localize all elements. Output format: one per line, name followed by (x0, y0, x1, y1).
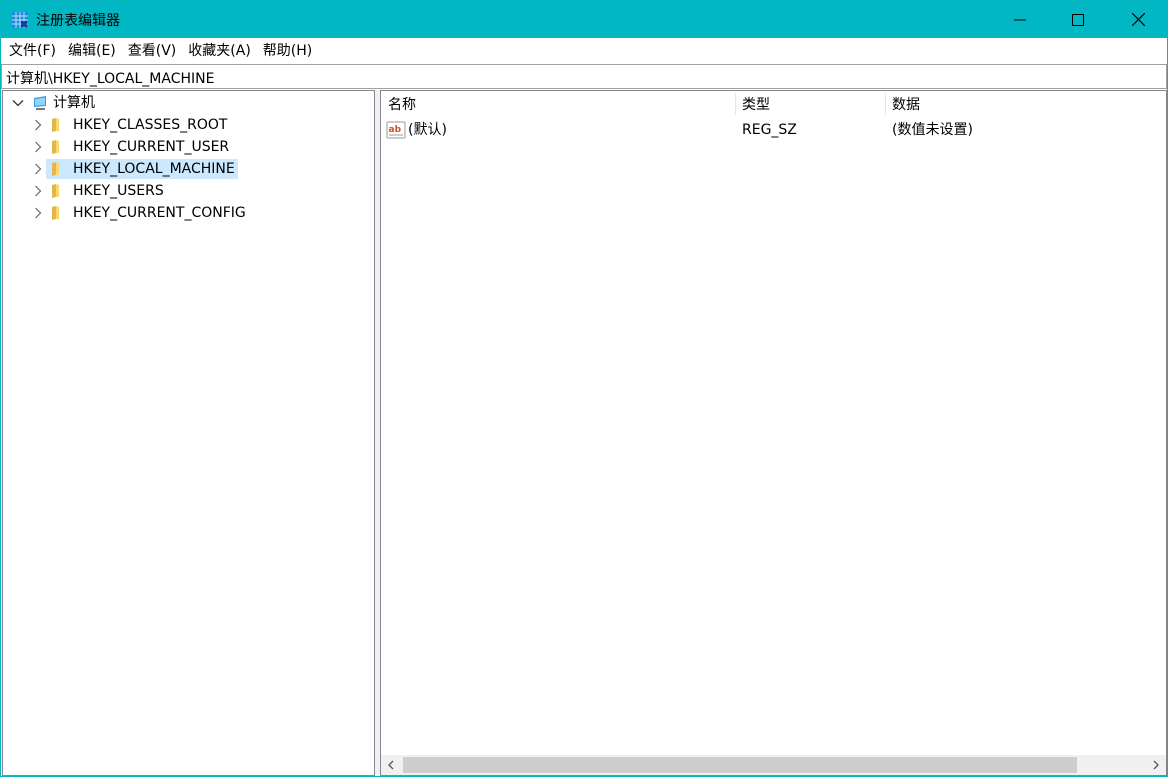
scroll-left-button[interactable] (381, 755, 401, 775)
value-row[interactable]: ab (默认) REG_SZ (数值未设置) (381, 119, 1166, 141)
horizontal-scrollbar[interactable] (381, 755, 1166, 775)
tree-item-hkey-users[interactable]: HKEY_USERS (3, 180, 374, 202)
folder-icon (52, 118, 59, 132)
chevron-down-icon[interactable] (12, 97, 24, 109)
tree-item-hkey-current-config[interactable]: HKEY_CURRENT_CONFIG (3, 202, 374, 224)
tree-item-label: HKEY_CURRENT_CONFIG (73, 205, 246, 221)
tree-item-hkey-current-user[interactable]: HKEY_CURRENT_USER (3, 136, 374, 158)
folder-icon (52, 140, 59, 154)
value-name: (默认) (408, 122, 447, 138)
key-tree-pane[interactable]: 计算机 HKEY_CLASSES_ROOT HKEY_CURRENT_USER (2, 90, 375, 776)
menu-bar: 文件(F) 编辑(E) 查看(V) 收藏夹(A) 帮助(H) (1, 38, 1167, 64)
chevron-right-icon[interactable] (32, 185, 44, 197)
menu-file[interactable]: 文件(F) (3, 38, 62, 64)
chevron-right-icon[interactable] (32, 119, 44, 131)
maximize-button[interactable] (1049, 1, 1107, 38)
svg-text:ab: ab (389, 125, 402, 135)
registry-editor-window: 注册表编辑器 文件(F) 编辑(E) 查看(V) 收藏夹(A) 帮助(H) 计算… (0, 0, 1168, 777)
column-header-type[interactable]: 类型 (735, 91, 885, 117)
address-path[interactable]: 计算机\HKEY_LOCAL_MACHINE (6, 68, 214, 88)
scroll-right-button[interactable] (1146, 755, 1166, 775)
menu-edit[interactable]: 编辑(E) (62, 38, 122, 64)
close-icon (1131, 13, 1145, 26)
chevron-left-icon (388, 760, 394, 770)
values-list-pane[interactable]: 名称 类型 数据 ab (默认) REG_SZ (数值未设置) (380, 90, 1167, 776)
tree-item-hkey-classes-root[interactable]: HKEY_CLASSES_ROOT (3, 114, 374, 136)
minimize-button[interactable] (991, 1, 1049, 38)
tree-item-hkey-local-machine[interactable]: HKEY_LOCAL_MACHINE (3, 158, 374, 180)
tree-item-label: HKEY_CLASSES_ROOT (73, 117, 228, 133)
chevron-right-icon (1153, 760, 1159, 770)
folder-icon (52, 162, 59, 176)
string-value-icon: ab (386, 121, 406, 139)
address-bar[interactable]: 计算机\HKEY_LOCAL_MACHINE (1, 64, 1167, 89)
maximize-icon (1072, 13, 1084, 26)
column-header-name[interactable]: 名称 (381, 91, 735, 117)
tree-item-label: HKEY_CURRENT_USER (73, 139, 230, 155)
computer-icon (34, 96, 46, 110)
registry-grid-icon (12, 12, 28, 28)
tree-item-computer[interactable]: 计算机 (3, 92, 374, 114)
window-title: 注册表编辑器 (36, 13, 120, 29)
folder-icon (52, 206, 59, 220)
chevron-right-icon[interactable] (32, 207, 44, 219)
column-header-data[interactable]: 数据 (885, 91, 1085, 117)
value-type: REG_SZ (742, 122, 797, 138)
tree-item-label: HKEY_LOCAL_MACHINE (66, 159, 238, 179)
close-button[interactable] (1109, 1, 1167, 38)
tree-item-label: HKEY_USERS (73, 183, 164, 199)
menu-favorites[interactable]: 收藏夹(A) (182, 38, 257, 64)
chevron-right-icon[interactable] (32, 141, 44, 153)
folder-icon (52, 184, 59, 198)
menu-help[interactable]: 帮助(H) (257, 38, 318, 64)
tree-item-label: 计算机 (53, 95, 95, 111)
scroll-thumb[interactable] (403, 757, 1077, 773)
chevron-right-icon[interactable] (32, 163, 44, 175)
minimize-icon (1014, 19, 1026, 20)
value-data: (数值未设置) (892, 122, 973, 138)
title-bar[interactable]: 注册表编辑器 (1, 1, 1167, 38)
menu-view[interactable]: 查看(V) (122, 38, 183, 64)
